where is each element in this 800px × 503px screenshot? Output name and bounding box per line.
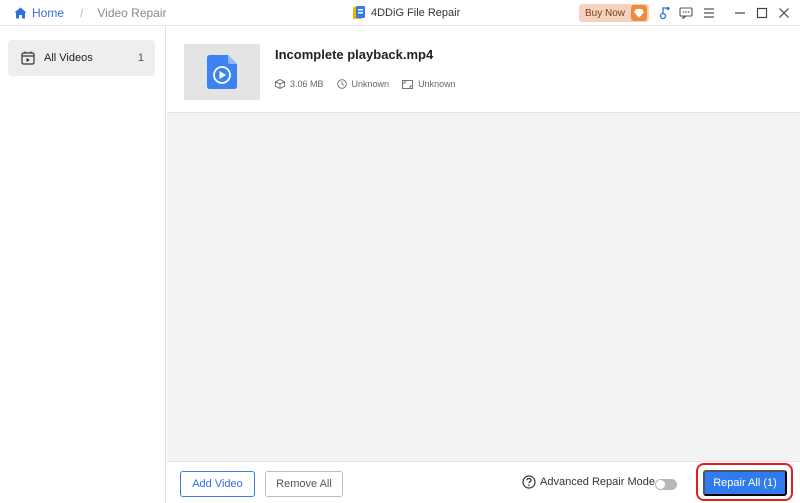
advanced-repair-mode-toggle[interactable]	[655, 479, 677, 490]
sidebar: All Videos 1	[0, 26, 166, 503]
feedback-icon[interactable]	[677, 4, 695, 22]
buy-now-button[interactable]: Buy Now	[579, 4, 649, 22]
file-meta: 3.06 MB Unknown Unknown	[275, 79, 469, 89]
clock-icon	[336, 79, 347, 89]
file-name: Incomplete playback.mp4	[275, 47, 434, 62]
sidebar-item-all-videos[interactable]: All Videos 1	[8, 40, 155, 76]
menu-icon[interactable]	[700, 4, 718, 22]
breadcrumb: Home / Video Repair	[14, 0, 167, 26]
home-icon	[14, 7, 27, 19]
app-logo-icon	[353, 6, 365, 19]
remove-all-button[interactable]: Remove All	[265, 471, 343, 497]
title-bar: Home / Video Repair 4DDiG File Repair Bu…	[0, 0, 800, 26]
maximize-icon[interactable]	[753, 4, 771, 22]
link-icon[interactable]	[656, 4, 674, 22]
breadcrumb-current: Video Repair	[97, 6, 167, 20]
home-link[interactable]: Home	[14, 6, 64, 20]
buy-now-label: Buy Now	[585, 7, 626, 19]
sidebar-item-count: 1	[137, 52, 144, 64]
file-resolution: Unknown	[418, 79, 456, 89]
close-icon[interactable]	[775, 4, 793, 22]
file-duration: Unknown	[351, 79, 390, 89]
file-card[interactable]: Incomplete playback.mp4 3.06 MB Unknown …	[167, 26, 800, 113]
advanced-repair-mode: Advanced Repair Mode	[522, 475, 655, 489]
file-list-area: Incomplete playback.mp4 3.06 MB Unknown …	[167, 26, 800, 461]
app-title: 4DDiG File Repair	[353, 0, 460, 26]
footer-bar: Add Video Remove All Advanced Repair Mod…	[167, 461, 800, 503]
video-thumbnail	[184, 44, 260, 100]
minimize-icon[interactable]	[731, 4, 749, 22]
resolution-icon	[402, 79, 414, 89]
help-icon[interactable]	[522, 475, 536, 489]
video-file-icon	[207, 55, 237, 89]
app-title-text: 4DDiG File Repair	[371, 7, 461, 19]
gem-icon	[631, 5, 647, 21]
advanced-repair-mode-label: Advanced Repair Mode	[540, 476, 655, 488]
repair-all-button[interactable]: Repair All (1)	[703, 470, 787, 496]
breadcrumb-separator: /	[80, 6, 84, 20]
file-size: 3.06 MB	[290, 79, 324, 89]
sidebar-item-label: All Videos	[44, 52, 93, 64]
home-label: Home	[32, 6, 65, 20]
video-folder-icon	[21, 51, 35, 65]
cube-icon	[275, 79, 285, 89]
add-video-button[interactable]: Add Video	[180, 471, 255, 497]
